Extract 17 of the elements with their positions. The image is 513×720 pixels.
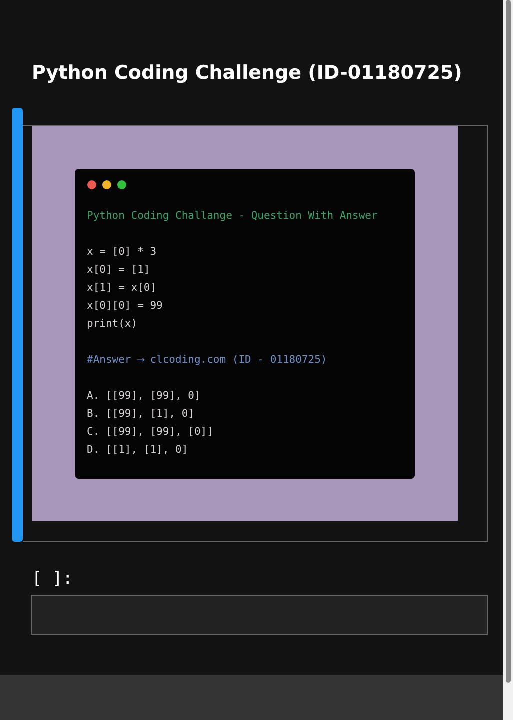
answer-comment: #Answer ⟶ clcoding.com (ID - 01180725) bbox=[87, 353, 328, 368]
code-line: x[1] = x[0] bbox=[87, 281, 158, 296]
page-title: Python Coding Challenge (ID-01180725) bbox=[31, 61, 464, 86]
code-input-field[interactable] bbox=[31, 595, 488, 635]
scrollbar[interactable] bbox=[503, 0, 513, 720]
code-line: x[0] = [1] bbox=[87, 263, 152, 278]
answer-option: D. [[1], [1], 0] bbox=[87, 441, 403, 459]
answer-option: A. [[99], [99], 0] bbox=[87, 387, 403, 405]
scrollbar-thumb[interactable] bbox=[506, 0, 510, 683]
answer-option: C. [[99], [99], [0]] bbox=[87, 423, 403, 441]
code-heading: Python Coding Challange - Question With Answer bbox=[87, 209, 379, 224]
answer-option: B. [[99], [1], 0] bbox=[87, 405, 403, 423]
window-controls-icon bbox=[87, 180, 129, 190]
code-line: x[0][0] = 99 bbox=[87, 299, 164, 314]
code-line: print(x) bbox=[87, 317, 139, 332]
code-line: x = [0] * 3 bbox=[87, 245, 158, 260]
input-prompt: [ ]: bbox=[32, 569, 73, 589]
